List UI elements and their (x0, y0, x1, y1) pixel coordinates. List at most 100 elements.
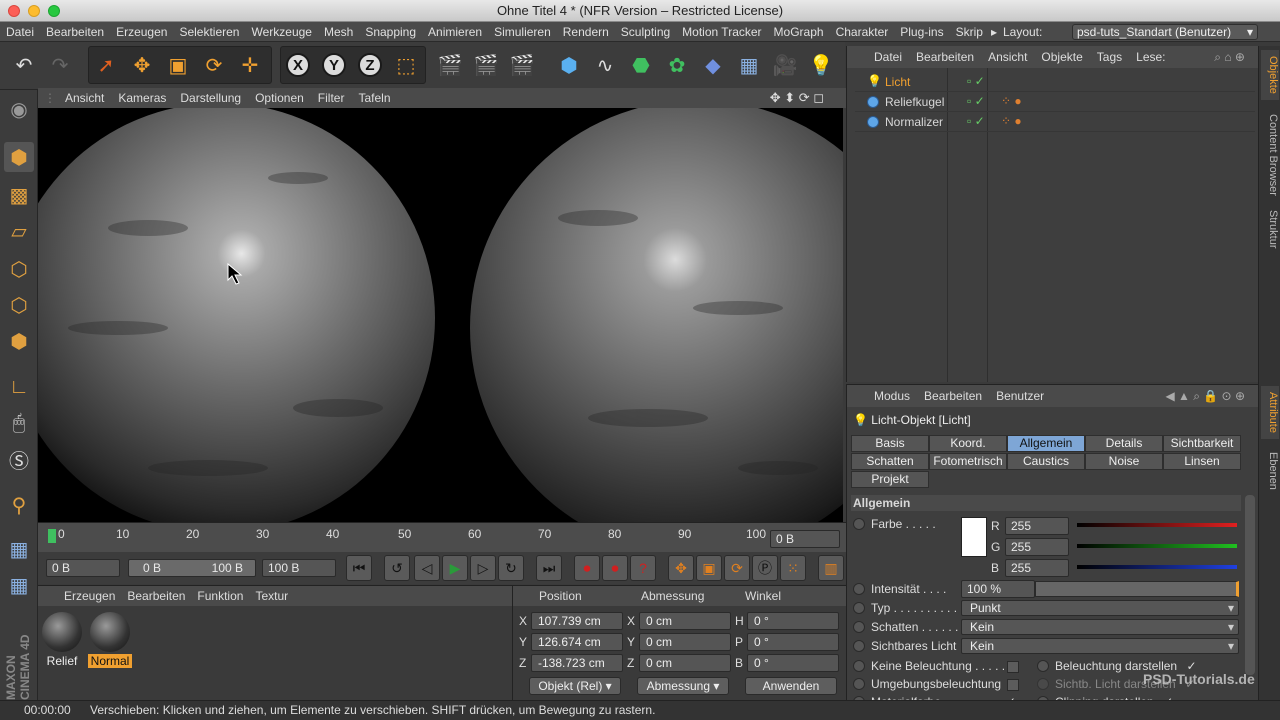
tab-schatten[interactable]: Schatten (851, 453, 929, 470)
menu-bearbeiten[interactable]: Bearbeiten (40, 25, 110, 39)
polygons-mode-icon[interactable]: ⬢ (4, 326, 34, 356)
animate-radio[interactable] (853, 640, 865, 652)
viewport-navigation-icons[interactable]: ✥ ⬍ ⟳ ◻ (770, 90, 824, 106)
play-icon[interactable]: ▶ (442, 555, 468, 581)
rotate-tool-icon[interactable]: ⟳ (198, 48, 230, 82)
key-position-icon[interactable]: ✥ (668, 555, 694, 581)
rotation-h-field[interactable]: 0 ° (747, 612, 839, 630)
material-tag-icon[interactable]: ⁘ ● (1001, 94, 1022, 108)
3d-viewport[interactable] (38, 108, 843, 522)
material-normal[interactable]: Normal (88, 612, 132, 668)
menu-datei[interactable]: Datei (0, 25, 40, 39)
visibility-check-icon[interactable]: ▫ ✓ (967, 114, 985, 128)
tab-koord[interactable]: Koord. (929, 435, 1007, 452)
rotation-b-field[interactable]: 0 ° (747, 654, 839, 672)
animate-radio[interactable] (1037, 678, 1049, 690)
menu-overflow-arrow-icon[interactable]: ▸ (989, 25, 999, 39)
range-slider[interactable]: 0 B 100 B (128, 559, 256, 577)
select-tool-icon[interactable]: ➚ (90, 48, 122, 82)
redo-icon[interactable]: ↷ (44, 48, 76, 82)
ambient-illumination-checkbox[interactable] (1007, 679, 1019, 691)
red-slider[interactable] (1077, 523, 1237, 527)
search-icon[interactable]: ⌕ ⌂ ⊕ (1207, 50, 1252, 65)
material-menu-textur[interactable]: Textur (249, 589, 294, 603)
object-row-reliefkugel[interactable]: Reliefkugel ▫ ✓ ⁘ ● (855, 92, 1255, 112)
relief-sphere[interactable] (38, 108, 435, 522)
object-menu-datei[interactable]: Datei (867, 50, 909, 64)
menu-plugins[interactable]: Plug-ins (894, 25, 949, 39)
magnet-icon[interactable]: ⚲ (4, 490, 34, 520)
object-row-normalizer[interactable]: Normalizer ▫ ✓ ⁘ ● (855, 112, 1255, 132)
rotation-p-field[interactable]: 0 ° (747, 633, 839, 651)
green-value-field[interactable]: 255 (1005, 538, 1069, 556)
tab-caustics[interactable]: Caustics (1007, 453, 1085, 470)
visible-light-dropdown[interactable]: Kein (961, 638, 1239, 654)
tab-ebenen[interactable]: Ebenen (1261, 446, 1279, 496)
y-axis-lock-icon[interactable]: Y (318, 48, 350, 82)
snap-icon[interactable]: Ⓢ (4, 444, 34, 474)
red-value-field[interactable]: 255 (1005, 517, 1069, 535)
material-menu-funktion[interactable]: Funktion (191, 589, 249, 603)
blue-value-field[interactable]: 255 (1005, 559, 1069, 577)
key-pla-icon[interactable]: ⁙ (780, 555, 806, 581)
animate-radio[interactable] (1037, 660, 1049, 672)
attribute-menu-bearbeiten[interactable]: Bearbeiten (917, 389, 989, 403)
navigation-icons[interactable]: ◀ ▲ ⌕ 🔒 ⊙ ⊕ (1158, 389, 1252, 404)
attribute-menu-modus[interactable]: Modus (867, 389, 917, 403)
end-frame-field[interactable]: 100 B (262, 559, 336, 577)
menu-mograph[interactable]: MoGraph (768, 25, 830, 39)
tab-projekt[interactable]: Projekt (851, 471, 929, 488)
tab-allgemein[interactable]: Allgemein (1007, 435, 1085, 452)
apply-button[interactable]: Anwenden (745, 677, 837, 695)
visibility-check-icon[interactable]: ▫ ✓ (967, 74, 985, 88)
animate-radio[interactable] (853, 518, 865, 530)
keyframe-selection-icon[interactable]: ? (630, 555, 656, 581)
size-mode-dropdown[interactable]: Abmessung ▾ (637, 677, 729, 695)
menu-selektieren[interactable]: Selektieren (173, 25, 245, 39)
key-scale-icon[interactable]: ▣ (696, 555, 722, 581)
tab-attribute[interactable]: Attribute (1261, 386, 1279, 439)
menu-animieren[interactable]: Animieren (422, 25, 488, 39)
light-type-dropdown[interactable]: Punkt (961, 600, 1239, 616)
position-y-field[interactable]: 126.674 cm (531, 633, 623, 651)
object-menu-ansicht[interactable]: Ansicht (981, 50, 1034, 64)
menu-werkzeuge[interactable]: Werkzeuge (245, 25, 317, 39)
subdivision-surface-icon[interactable]: ⬣ (625, 48, 657, 82)
size-y-field[interactable]: 0 cm (639, 633, 731, 651)
model-mode-icon[interactable]: ⬢ (4, 142, 34, 172)
animate-radio[interactable] (853, 602, 865, 614)
zoom-window-button[interactable] (48, 5, 60, 17)
workplane-mode-icon[interactable]: ▱ (4, 216, 34, 246)
position-x-field[interactable]: 107.739 cm (531, 612, 623, 630)
material-relief[interactable]: Relief (40, 612, 84, 668)
material-menu-bearbeiten[interactable]: Bearbeiten (121, 589, 191, 603)
spline-icon[interactable]: ∿ (589, 48, 621, 82)
attribute-menu-benutzer[interactable]: Benutzer (989, 389, 1051, 403)
layout-dropdown[interactable]: psd-tuts_Standart (Benutzer) ▾ (1072, 24, 1258, 40)
visibility-check-icon[interactable]: ▫ ✓ (967, 94, 985, 108)
edges-mode-icon[interactable]: ⬡ (4, 290, 34, 320)
x-axis-lock-icon[interactable]: X (282, 48, 314, 82)
tab-basis[interactable]: Basis (851, 435, 929, 452)
go-to-end-icon[interactable]: ⏭ (536, 555, 562, 581)
undo-icon[interactable]: ↶ (8, 48, 40, 82)
deformer-icon[interactable]: ◆ (697, 48, 729, 82)
floor-icon[interactable]: ▦ (733, 48, 765, 82)
tab-linsen[interactable]: Linsen (1163, 453, 1241, 470)
render-picture-viewer-icon[interactable]: 🎬 (470, 48, 502, 82)
position-z-field[interactable]: -138.723 cm (531, 654, 623, 672)
animate-radio[interactable] (853, 660, 865, 672)
move-tool-icon[interactable]: ✥ (126, 48, 158, 82)
scale-tool-icon[interactable]: ▣ (162, 48, 194, 82)
object-menu-bearbeiten[interactable]: Bearbeiten (909, 50, 981, 64)
z-axis-lock-icon[interactable]: Z (354, 48, 386, 82)
texture-mode-icon[interactable]: ▩ (4, 180, 34, 210)
next-key-icon[interactable]: ↻ (498, 555, 524, 581)
camera-icon[interactable]: 🎥 (769, 48, 801, 82)
grid-icon[interactable]: ▦ (4, 570, 34, 600)
color-swatch[interactable] (961, 517, 987, 557)
minimize-window-button[interactable] (28, 5, 40, 17)
playhead-marker[interactable] (48, 529, 56, 543)
menu-erzeugen[interactable]: Erzeugen (110, 25, 173, 39)
material-tag-icon[interactable]: ⁘ ● (1001, 114, 1022, 128)
